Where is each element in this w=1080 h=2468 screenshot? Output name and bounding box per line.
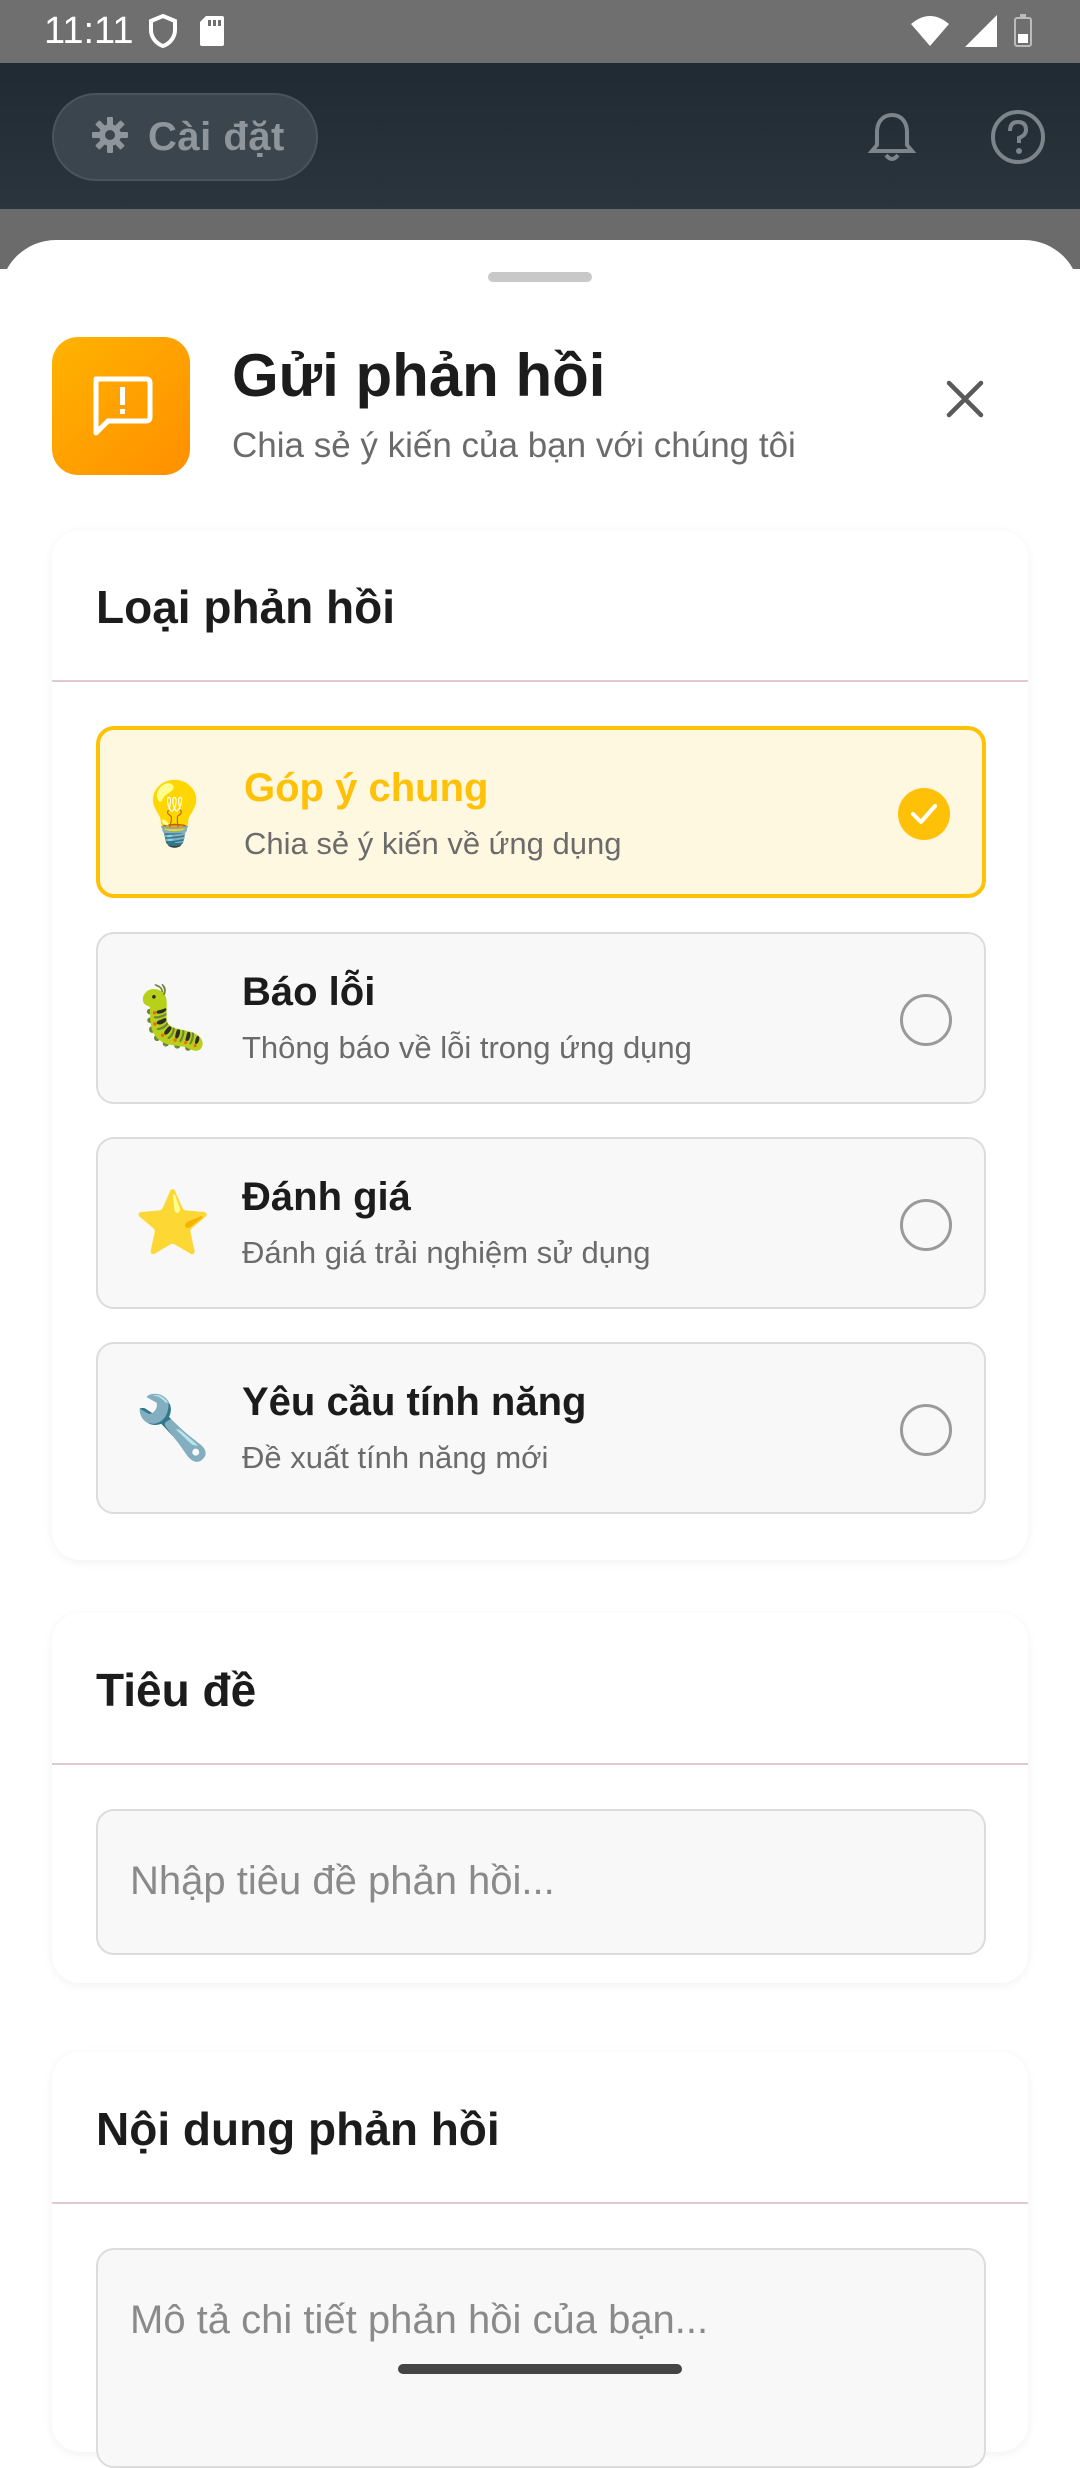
settings-label: Cài đặt [148,114,285,159]
status-bar: 11:11 [0,0,1080,63]
close-icon [945,379,985,424]
gesture-nav-bar[interactable] [398,2364,682,2374]
content-section-label: Nội dung phản hồi [96,2103,500,2155]
gear-icon [90,115,130,160]
help-icon[interactable] [988,107,1048,167]
divider [52,2202,1028,2204]
radio-unselected[interactable] [900,1404,952,1456]
feedback-type-card: Loại phản hồi 💡 Góp ý chung Chia sẻ ý ki… [52,530,1028,1560]
drag-handle[interactable] [488,272,592,282]
content-textarea[interactable]: Mô tả chi tiết phản hồi của bạn... [96,2248,986,2468]
signal-icon [964,14,998,53]
shield-icon [148,13,178,53]
option-rating[interactable]: ⭐ Đánh giá Đánh giá trải nghiệm sử dụng [96,1137,986,1309]
divider [52,1763,1028,1765]
divider [52,680,1028,682]
bell-icon[interactable] [862,107,922,167]
title-card: Tiêu đề Nhập tiêu đề phản hồi... [52,1613,1028,1983]
status-time: 11:11 [44,10,134,52]
sheet-title: Gửi phản hồi [232,342,606,409]
option-desc: Chia sẻ ý kiến về ứng dụng [244,826,622,861]
content-placeholder: Mô tả chi tiết phản hồi của bạn... [130,2298,709,2342]
radio-selected[interactable] [898,788,950,840]
content-card: Nội dung phản hồi Mô tả chi tiết phản hồ… [52,2052,1028,2468]
star-icon: ⭐ [134,1186,212,1259]
sheet-subtitle: Chia sẻ ý kiến của bạn với chúng tôi [232,426,796,465]
title-section-label: Tiêu đề [96,1664,257,1716]
radio-unselected[interactable] [900,1199,952,1251]
option-feature-request[interactable]: 🔧 Yêu cầu tính năng Đề xuất tính năng mớ… [96,1342,986,1514]
radio-unselected[interactable] [900,994,952,1046]
option-desc: Thông báo về lỗi trong ứng dụng [242,1030,692,1065]
option-general-feedback[interactable]: 💡 Góp ý chung Chia sẻ ý kiến về ứng dụng [96,726,986,898]
option-bug-report[interactable]: 🐛 Báo lỗi Thông báo về lỗi trong ứng dụn… [96,932,986,1104]
feedback-type-title: Loại phản hồi [96,581,395,633]
feedback-icon [52,337,190,475]
wrench-icon: 🔧 [134,1391,212,1464]
bug-icon: 🐛 [134,981,212,1054]
title-placeholder: Nhập tiêu đề phản hồi... [130,1859,555,1903]
lightbulb-icon: 💡 [136,777,214,850]
option-title: Báo lỗi [242,970,376,1014]
option-desc: Đánh giá trải nghiệm sử dụng [242,1235,651,1270]
option-title: Góp ý chung [244,766,489,810]
sd-card-icon [198,14,226,53]
close-button[interactable] [930,366,1000,436]
check-icon [911,804,937,824]
title-input[interactable]: Nhập tiêu đề phản hồi... [96,1809,986,1955]
feedback-sheet: Gửi phản hồi Chia sẻ ý kiến của bạn với … [0,240,1080,2468]
option-title: Yêu cầu tính năng [242,1380,587,1424]
wifi-icon [910,14,950,53]
option-desc: Đề xuất tính năng mới [242,1440,549,1475]
battery-icon [1012,14,1034,53]
option-title: Đánh giá [242,1175,411,1219]
settings-button[interactable]: Cài đặt [52,93,318,181]
app-header: Cài đặt [0,63,1080,209]
